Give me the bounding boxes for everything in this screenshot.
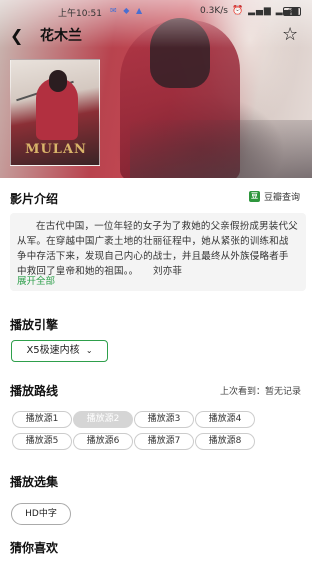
- expand-all-link[interactable]: 展开全部: [17, 273, 55, 287]
- douban-query-label: 豆瓣查询: [264, 193, 301, 203]
- douban-query-button[interactable]: 豆 豆瓣查询: [249, 190, 300, 203]
- source-chip-5[interactable]: 播放源5: [12, 433, 72, 450]
- routes-section-title: 播放路线: [10, 384, 59, 398]
- episodes-section-title: 播放选集: [10, 475, 59, 489]
- last-seen-text: 上次看到：暂无记录: [220, 387, 302, 397]
- recommend-section-title: 猜你喜欢: [10, 541, 59, 555]
- engine-select[interactable]: X5极速内核 ⌄: [11, 340, 108, 362]
- chevron-left-icon: ❮: [10, 26, 24, 45]
- source-chip-2[interactable]: 播放源2: [73, 411, 133, 428]
- favorite-button[interactable]: ☆: [282, 25, 302, 45]
- intro-text: 在古代中国，一位年轻的女子为了救她的父亲假扮成男装代父从军。在穿越中国广袤土地的…: [17, 221, 298, 277]
- page-title: 花木兰: [40, 28, 82, 44]
- chevron-down-icon: ⌄: [85, 346, 93, 355]
- source-chip-3[interactable]: 播放源3: [134, 411, 194, 428]
- source-chip-6[interactable]: 播放源6: [73, 433, 133, 450]
- episode-item[interactable]: HD中字: [11, 503, 71, 525]
- status-bar: 上午10:51 ✉ ◆ ▲ 0.3K/s ⏰ ▂▄▆ ▂▄▆ 88: [0, 4, 312, 22]
- status-time: 上午10:51: [58, 9, 102, 19]
- movie-poster: MULAN: [10, 59, 100, 166]
- notification-icons: ✉ ◆ ▲: [110, 6, 145, 15]
- network-speed: 0.3K/s: [200, 6, 228, 16]
- douban-icon: 豆: [249, 191, 260, 202]
- intro-box: 在古代中国，一位年轻的女子为了救她的父亲假扮成男装代父从军。在穿越中国广袤土地的…: [10, 213, 306, 291]
- source-chip-8[interactable]: 播放源8: [195, 433, 255, 450]
- star-icon: ☆: [282, 24, 299, 45]
- back-button[interactable]: ❮: [10, 27, 30, 45]
- source-chip-7[interactable]: 播放源7: [134, 433, 194, 450]
- source-chip-4[interactable]: 播放源4: [195, 411, 255, 428]
- engine-selected-value: X5极速内核: [26, 345, 80, 356]
- poster-logo: MULAN: [25, 142, 87, 157]
- intro-section-title: 影片介绍: [10, 192, 59, 206]
- engine-section-title: 播放引擎: [10, 318, 59, 332]
- battery-icon: 88: [283, 7, 301, 16]
- source-chip-1[interactable]: 播放源1: [12, 411, 72, 428]
